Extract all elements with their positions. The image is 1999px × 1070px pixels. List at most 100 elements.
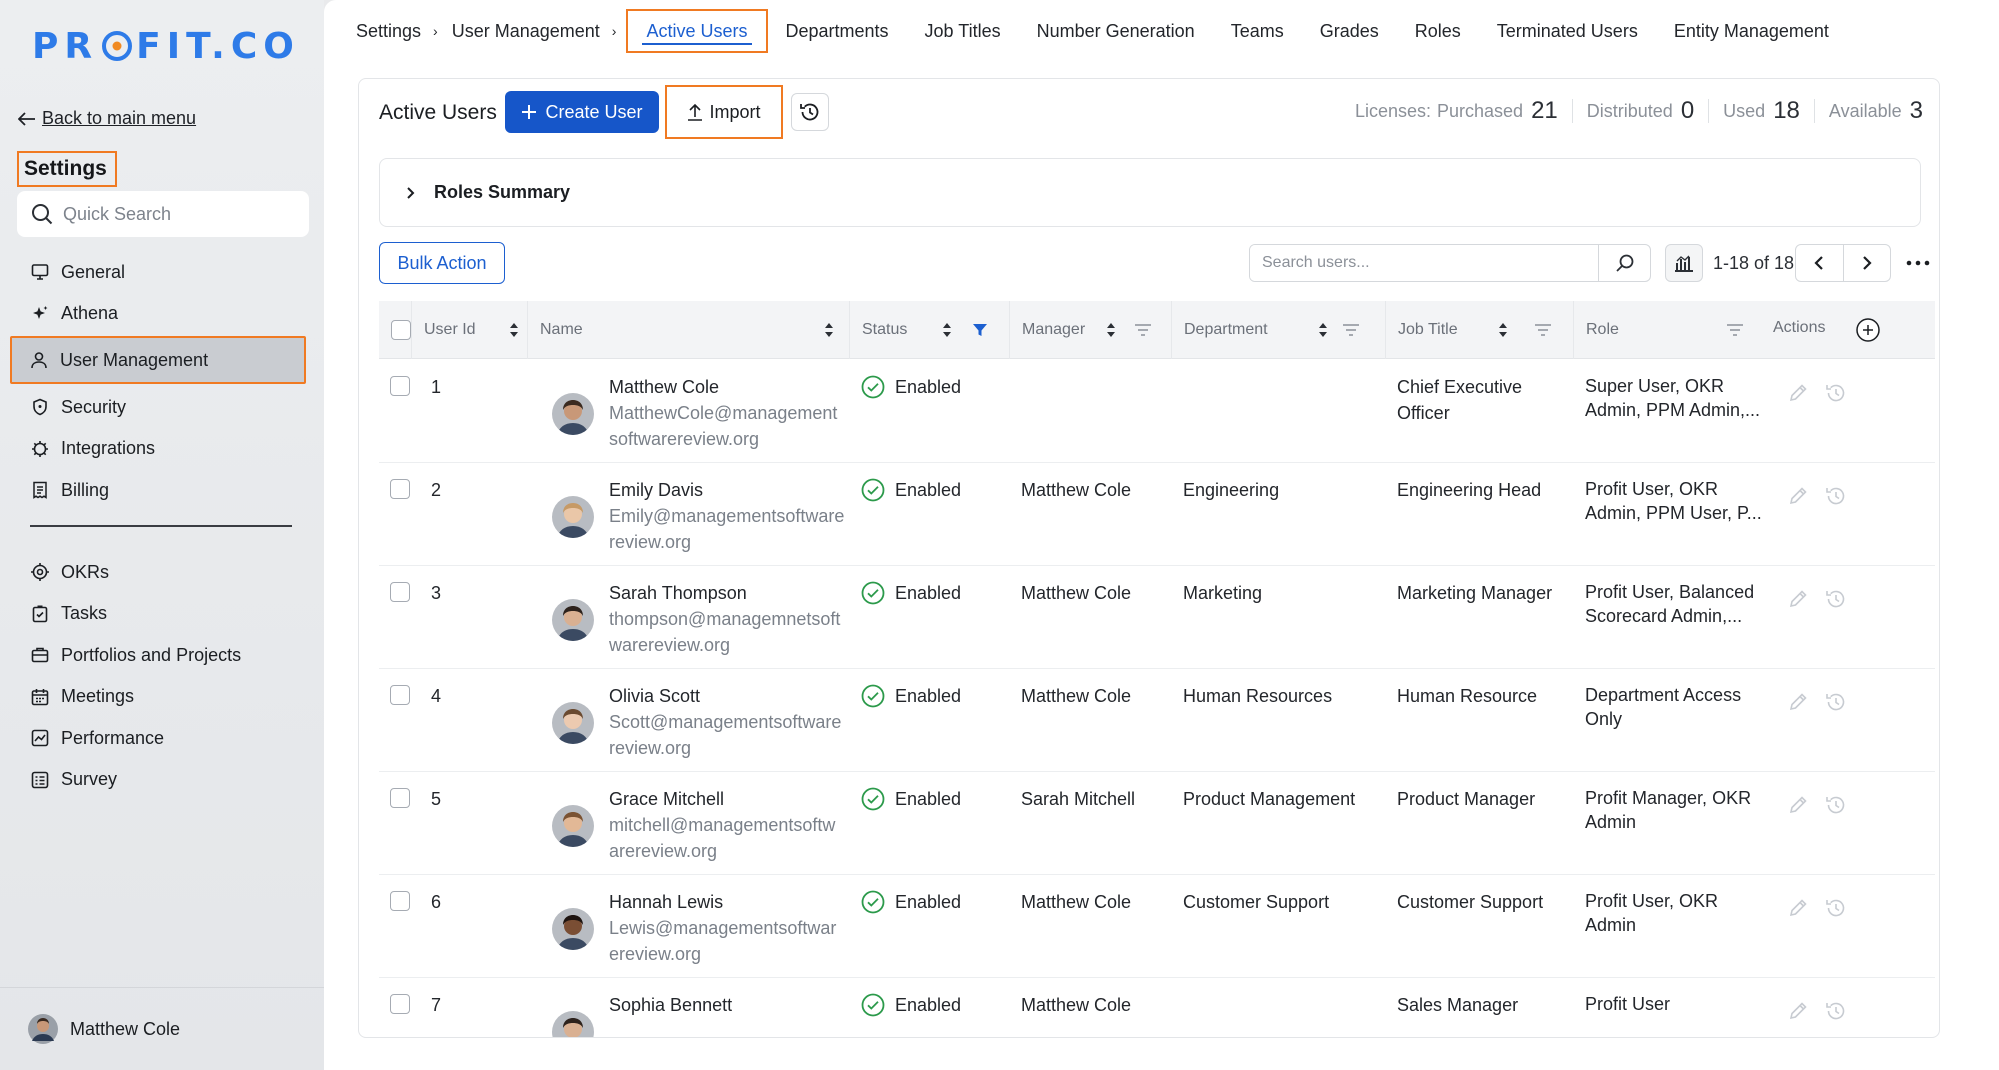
sidebar-item-athena[interactable]: Athena — [13, 293, 309, 335]
row-checkbox[interactable] — [390, 994, 410, 1014]
sidebar-item-security[interactable]: Security — [13, 386, 309, 428]
table-row[interactable]: 2 Emily Davis Emily@managementsoftware r… — [379, 463, 1935, 566]
tab-terminated-users[interactable]: Terminated Users — [1479, 9, 1656, 53]
column-status[interactable]: Status — [849, 301, 1009, 359]
filter-icon[interactable] — [1534, 323, 1552, 337]
sidebar-item-general[interactable]: General — [13, 251, 309, 293]
sort-icon[interactable] — [1498, 322, 1508, 338]
column-name[interactable]: Name — [527, 301, 849, 359]
user-name[interactable]: Matthew Cole — [609, 374, 837, 400]
column-label: User Id — [424, 321, 476, 338]
check-circle-icon — [861, 478, 885, 502]
status-badge: Enabled — [861, 889, 961, 915]
sidebar-item-meetings[interactable]: Meetings — [13, 676, 309, 718]
tab-grades[interactable]: Grades — [1302, 9, 1397, 53]
tab-active-users[interactable]: Active Users — [626, 9, 768, 53]
row-checkbox[interactable] — [390, 788, 410, 808]
sidebar-item-okrs[interactable]: OKRs — [13, 551, 309, 593]
back-to-main-menu-link[interactable]: Back to main menu — [18, 108, 196, 129]
user-name[interactable]: Sarah Thompson — [609, 580, 840, 606]
sort-icon[interactable] — [824, 322, 834, 338]
filter-icon[interactable] — [1726, 323, 1744, 337]
search-users-input[interactable] — [1250, 245, 1598, 281]
create-user-button[interactable]: Create User — [505, 91, 659, 133]
filter-active-icon[interactable] — [972, 322, 988, 338]
tab-entity-management[interactable]: Entity Management — [1656, 9, 1847, 53]
user-search — [1249, 244, 1651, 282]
column-department[interactable]: Department — [1171, 301, 1385, 359]
row-checkbox[interactable] — [390, 582, 410, 602]
edit-icon[interactable] — [1787, 382, 1809, 404]
tab-job-titles[interactable]: Job Titles — [907, 9, 1019, 53]
import-button[interactable]: Import — [665, 85, 783, 139]
roles-summary-toggle[interactable]: Roles Summary — [379, 158, 1921, 227]
profitco-logo[interactable]: PR FIT.CO — [32, 26, 300, 67]
edit-icon[interactable] — [1787, 1000, 1809, 1022]
edit-icon[interactable] — [1787, 588, 1809, 610]
history-icon[interactable] — [1825, 588, 1847, 610]
previous-page-button[interactable] — [1796, 245, 1844, 281]
sort-icon[interactable] — [509, 322, 519, 338]
user-name[interactable]: Grace Mitchell — [609, 786, 835, 812]
row-checkbox[interactable] — [390, 685, 410, 705]
sort-icon[interactable] — [1318, 322, 1328, 338]
add-column-button[interactable] — [1855, 317, 1881, 343]
edit-icon[interactable] — [1787, 691, 1809, 713]
column-label: Role — [1586, 321, 1619, 338]
column-job-title[interactable]: Job Title — [1385, 301, 1573, 359]
edit-icon[interactable] — [1787, 897, 1809, 919]
sidebar-item-survey[interactable]: Survey — [13, 759, 309, 801]
user-name[interactable]: Emily Davis — [609, 477, 844, 503]
sort-icon[interactable] — [942, 322, 952, 338]
user-name[interactable]: Olivia Scott — [609, 683, 841, 709]
sidebar-item-performance[interactable]: Performance — [13, 717, 309, 759]
column-user-id[interactable]: User Id — [411, 301, 527, 359]
history-button[interactable] — [791, 93, 829, 131]
history-icon[interactable] — [1825, 382, 1847, 404]
table-row[interactable]: 3 Sarah Thompson thompson@managemnetsoft… — [379, 566, 1935, 669]
tab-number-generation[interactable]: Number Generation — [1019, 9, 1213, 53]
sidebar-item-portfolios-and-projects[interactable]: Portfolios and Projects — [13, 634, 309, 676]
search-submit-button[interactable] — [1598, 245, 1650, 281]
history-icon[interactable] — [1825, 691, 1847, 713]
row-checkbox[interactable] — [390, 479, 410, 499]
more-options-button[interactable] — [1899, 244, 1937, 282]
sidebar-item-billing[interactable]: Billing — [13, 469, 309, 511]
edit-icon[interactable] — [1787, 794, 1809, 816]
filter-icon[interactable] — [1342, 323, 1360, 337]
next-page-button[interactable] — [1844, 245, 1891, 281]
table-row[interactable]: 4 Olivia Scott Scott@managementsoftware … — [379, 669, 1935, 772]
current-user-profile[interactable]: Matthew Cole — [0, 987, 324, 1070]
column-manager[interactable]: Manager — [1009, 301, 1171, 359]
edit-icon[interactable] — [1787, 485, 1809, 507]
analytics-button[interactable] — [1665, 244, 1703, 282]
history-icon[interactable] — [1825, 794, 1847, 816]
tab-roles[interactable]: Roles — [1397, 9, 1479, 53]
history-icon[interactable] — [1825, 1000, 1847, 1022]
table-row[interactable]: 6 Hannah Lewis Lewis@managementsoftwar e… — [379, 875, 1935, 978]
sort-icon[interactable] — [1106, 322, 1116, 338]
history-icon[interactable] — [1825, 897, 1847, 919]
import-label: Import — [709, 101, 761, 122]
table-row[interactable]: 7 Sophia Bennett Enabled Matthew Cole Sa… — [379, 978, 1935, 1037]
user-name[interactable]: Sophia Bennett — [609, 992, 732, 1018]
row-checkbox[interactable] — [390, 376, 410, 396]
tab-teams[interactable]: Teams — [1213, 9, 1302, 53]
quick-search-input[interactable]: Quick Search — [17, 191, 309, 237]
plus-icon — [522, 105, 537, 119]
column-role[interactable]: Role — [1573, 301, 1761, 359]
filter-icon[interactable] — [1134, 323, 1152, 337]
history-icon[interactable] — [1825, 485, 1847, 507]
sidebar-item-integrations[interactable]: Integrations — [13, 428, 309, 470]
sidebar-item-tasks[interactable]: Tasks — [13, 593, 309, 635]
select-all-checkbox[interactable] — [391, 320, 411, 340]
bulk-action-button[interactable]: Bulk Action — [379, 242, 505, 284]
table-row[interactable]: 5 Grace Mitchell mitchell@managementsoft… — [379, 772, 1935, 875]
tab-departments[interactable]: Departments — [768, 9, 907, 53]
user-name[interactable]: Hannah Lewis — [609, 889, 836, 915]
breadcrumb-user-management[interactable]: User Management — [452, 21, 600, 42]
sidebar-item-user-management[interactable]: User Management — [10, 336, 306, 384]
row-checkbox[interactable] — [390, 891, 410, 911]
breadcrumb-settings[interactable]: Settings — [356, 21, 421, 42]
table-row[interactable]: 1 Matthew Cole MatthewCole@management so… — [379, 360, 1935, 463]
